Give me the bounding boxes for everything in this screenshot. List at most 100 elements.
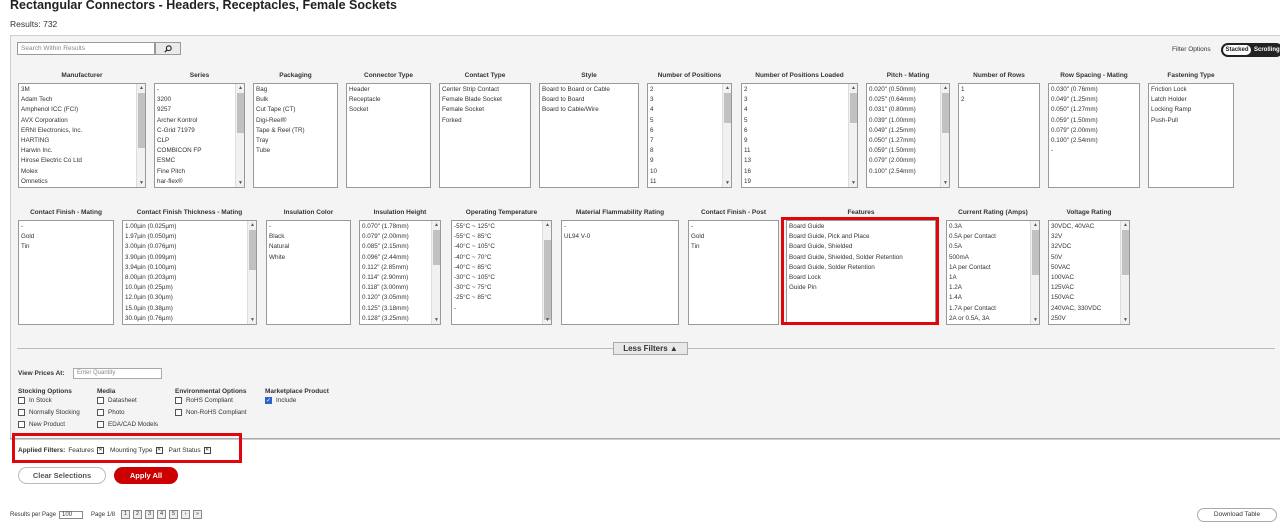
scrolling-option[interactable]: Scrolling bbox=[1254, 45, 1280, 55]
filter-option[interactable]: Push-Pull bbox=[1151, 116, 1231, 126]
filter-option[interactable]: 1.2A bbox=[949, 283, 1037, 293]
filter-list-manufacturer[interactable]: 3M Adam Tech Amphenol ICC (FCI) AVX Corpora… bbox=[18, 83, 146, 188]
filter-option[interactable]: 15.0µin (0.38µm) bbox=[125, 304, 254, 314]
stacked-option[interactable]: Stacked bbox=[1223, 45, 1251, 55]
filter-option[interactable]: 3.00µin (0.076µm) bbox=[125, 242, 254, 252]
filter-option[interactable]: 32V bbox=[1051, 232, 1127, 242]
scrollbar[interactable]: ▲ ▼ bbox=[1120, 221, 1129, 324]
filter-option[interactable]: 3 bbox=[744, 95, 855, 105]
scroll-down-icon[interactable]: ▼ bbox=[432, 316, 440, 324]
filter-option[interactable]: 2 bbox=[744, 85, 855, 95]
filter-option[interactable]: - bbox=[1051, 146, 1137, 156]
filter-option[interactable]: 8 bbox=[650, 146, 729, 156]
filter-option[interactable]: 2A or 0.5A, 3A bbox=[949, 314, 1037, 324]
filter-option[interactable]: C-Grid 71979 bbox=[157, 126, 242, 136]
filter-list-current-rating-amps[interactable]: 0.3A 0.5A per Contact 0.5A 500mA 1A per Cont… bbox=[946, 220, 1040, 325]
scroll-down-icon[interactable]: ▼ bbox=[1121, 316, 1129, 324]
filter-option[interactable]: 0.025" (0.64mm) bbox=[869, 95, 947, 105]
filter-option[interactable]: Tube bbox=[256, 146, 335, 156]
filter-option[interactable]: 0.079" (2.00mm) bbox=[869, 156, 947, 166]
scroll-thumb[interactable] bbox=[942, 93, 949, 133]
filter-option[interactable]: 0.118" (3.00mm) bbox=[362, 283, 438, 293]
scroll-thumb[interactable] bbox=[724, 93, 731, 123]
scroll-thumb[interactable] bbox=[850, 93, 857, 123]
filter-option[interactable]: Adam Tech bbox=[21, 95, 143, 105]
filter-option[interactable]: 32VDC bbox=[1051, 242, 1127, 252]
scrollbar[interactable]: ▲ ▼ bbox=[542, 221, 551, 324]
scrollbar[interactable]: ▲ ▼ bbox=[247, 221, 256, 324]
filter-option[interactable]: Bag bbox=[256, 85, 335, 95]
next-page-icon[interactable]: › bbox=[181, 510, 191, 519]
filter-option[interactable]: Latch Holder bbox=[1151, 95, 1231, 105]
filter-option[interactable]: Female Socket bbox=[442, 105, 528, 115]
scroll-up-icon[interactable]: ▲ bbox=[941, 84, 949, 92]
filter-option[interactable]: - bbox=[21, 222, 111, 232]
filter-option[interactable]: 0.079" (2.00mm) bbox=[1051, 126, 1137, 136]
filter-option[interactable]: HARTING bbox=[21, 136, 143, 146]
scroll-down-icon[interactable]: ▼ bbox=[723, 179, 731, 187]
scroll-up-icon[interactable]: ▲ bbox=[849, 84, 857, 92]
filter-option[interactable]: Locking Ramp bbox=[1151, 105, 1231, 115]
filter-option[interactable]: 0.128" (3.25mm) bbox=[362, 314, 438, 324]
filter-option[interactable]: - bbox=[269, 222, 348, 232]
filter-option[interactable]: 0.031" (0.80mm) bbox=[869, 105, 947, 115]
filter-option[interactable]: Socket bbox=[349, 105, 428, 115]
filter-option[interactable]: 3 bbox=[650, 95, 729, 105]
scroll-down-icon[interactable]: ▼ bbox=[849, 179, 857, 187]
filter-option[interactable]: 8.00µin (0.203µm) bbox=[125, 273, 254, 283]
filter-option[interactable]: 0.100" (2.54mm) bbox=[869, 167, 947, 177]
filter-option[interactable]: - bbox=[157, 85, 242, 95]
applied-chip-mounting-type[interactable]: Mounting Type ✕ bbox=[110, 447, 163, 454]
filter-option[interactable]: 10 bbox=[650, 167, 729, 177]
quantity-input[interactable]: Enter Quantity bbox=[73, 368, 162, 379]
filter-option[interactable]: 9257 bbox=[157, 105, 242, 115]
filter-list-pitch-mating[interactable]: 0.020" (0.50mm) 0.025" (0.64mm) 0.031" (0.… bbox=[866, 83, 950, 188]
filter-option[interactable]: 16 bbox=[744, 167, 855, 177]
applied-chip-features[interactable]: Features ✕ bbox=[68, 447, 104, 454]
clear-selections-button[interactable]: Clear Selections bbox=[18, 467, 106, 484]
search-input[interactable]: Search Within Results bbox=[17, 42, 155, 55]
filter-option[interactable]: 7 bbox=[650, 136, 729, 146]
filter-option[interactable]: 1 bbox=[961, 85, 1037, 95]
filter-list-number-of-positions[interactable]: 2 3 4 5 6 7 8 9 10 11 ▲ ▼ bbox=[647, 83, 732, 188]
filter-option[interactable]: 250V bbox=[1051, 314, 1127, 324]
view-mode-toggle[interactable]: Stacked Scrolling bbox=[1221, 43, 1280, 57]
filter-option[interactable]: 30.0µin (0.76µm) bbox=[125, 314, 254, 324]
filter-option[interactable]: har-flex® bbox=[157, 177, 242, 187]
filter-option[interactable]: 0.050" (1.27mm) bbox=[1051, 105, 1137, 115]
last-page-icon[interactable]: » bbox=[193, 510, 203, 519]
filter-option[interactable]: Female Blade Socket bbox=[442, 95, 528, 105]
filter-option[interactable]: -25°C ~ 85°C bbox=[454, 293, 549, 303]
filter-option[interactable]: Omnetics bbox=[21, 177, 143, 187]
filter-option[interactable]: 0.030" (0.76mm) bbox=[1051, 85, 1137, 95]
filter-option[interactable]: 1.97µin (0.050µm) bbox=[125, 232, 254, 242]
filter-option[interactable]: -30°C ~ 105°C bbox=[454, 273, 549, 283]
filter-option[interactable]: 30VDC, 40VAC bbox=[1051, 222, 1127, 232]
eda-cad-checkbox[interactable]: EDA/CAD Models bbox=[97, 421, 158, 428]
scroll-thumb[interactable] bbox=[1032, 230, 1039, 275]
filter-option[interactable]: Natural bbox=[269, 242, 348, 252]
datasheet-checkbox[interactable]: Datasheet bbox=[97, 397, 137, 404]
filter-option[interactable]: 12.0µin (0.30µm) bbox=[125, 293, 254, 303]
filter-option[interactable]: 0.5A bbox=[949, 242, 1037, 252]
filter-option[interactable]: 0.049" (1.25mm) bbox=[1051, 95, 1137, 105]
filter-option[interactable]: Tin bbox=[21, 242, 111, 252]
filter-option[interactable]: 5 bbox=[744, 116, 855, 126]
filter-option[interactable]: White bbox=[269, 253, 348, 263]
scroll-thumb[interactable] bbox=[544, 240, 551, 320]
filter-option[interactable]: -40°C ~ 85°C bbox=[454, 263, 549, 273]
filter-option[interactable]: 0.050" (1.27mm) bbox=[869, 136, 947, 146]
filter-option[interactable]: 4 bbox=[744, 105, 855, 115]
filter-option[interactable]: 50V bbox=[1051, 253, 1127, 263]
filter-option[interactable]: -30°C ~ 75°C bbox=[454, 283, 549, 293]
scroll-thumb[interactable] bbox=[237, 93, 244, 133]
filter-option[interactable]: 1A bbox=[949, 273, 1037, 283]
filter-option[interactable]: 3.94µin (0.100µm) bbox=[125, 263, 254, 273]
filter-option[interactable]: CLP bbox=[157, 136, 242, 146]
scrollbar[interactable]: ▲ ▼ bbox=[722, 84, 731, 187]
filter-list-voltage-rating[interactable]: 30VDC, 40VAC 32V 32VDC 50V 50VAC 100VAC 125VAC… bbox=[1048, 220, 1130, 325]
filter-list-number-of-positions-loaded[interactable]: 2 3 4 5 6 9 11 13 16 19 ▲ ▼ bbox=[741, 83, 858, 188]
filter-option[interactable]: 0.5A per Contact bbox=[949, 232, 1037, 242]
filter-option[interactable]: 10.0µin (0.25µm) bbox=[125, 283, 254, 293]
filter-option[interactable]: -40°C ~ 70°C bbox=[454, 253, 549, 263]
